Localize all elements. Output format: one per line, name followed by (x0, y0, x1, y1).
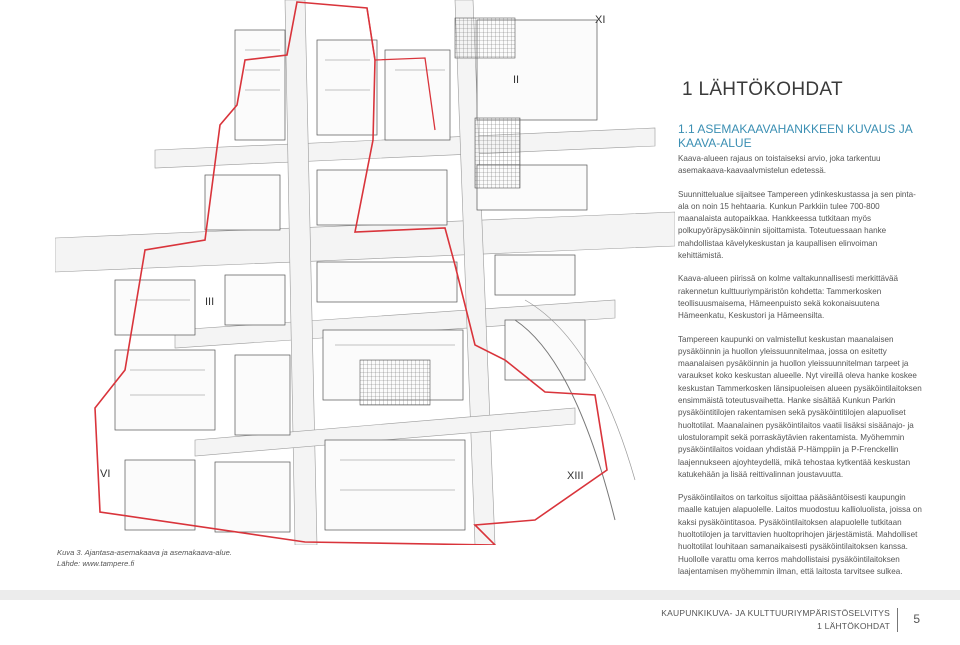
paragraph: Tampereen kaupunki on valmistellut kesku… (678, 334, 922, 479)
chapter-heading: 1 LÄHTÖKOHDAT (678, 78, 843, 102)
footer-divider (897, 608, 898, 632)
zoning-map-drawing (55, 0, 675, 545)
paragraph: Kaava-alueen piirissä on kolme valtakunn… (678, 274, 898, 321)
map-label-xiii: XIII (567, 470, 584, 482)
footer-chapter-title: 1 LÄHTÖKOHDAT (817, 621, 890, 631)
chapter-title: LÄHTÖKOHDAT (693, 79, 843, 101)
footer-band (0, 590, 960, 600)
paragraph: Suunnittelualue sijaitsee Tampereen ydin… (678, 189, 916, 261)
map-label-xi: XI (595, 14, 606, 26)
caption-line: Kuva 3. Ajantasa-asemakaava ja asemakaav… (57, 548, 232, 557)
zoning-map: II XI III VI XIII (55, 0, 675, 545)
page-footer: KAUPUNKIKUVA- JA KULTTUURIYMPÄRISTÖSELVI… (661, 606, 950, 634)
body-text: Kaava-alueen rajaus on toistaiseksi arvi… (678, 153, 923, 589)
caption-source: Lähde: www.tampere.fi (57, 559, 135, 568)
figure-caption: Kuva 3. Ajantasa-asemakaava ja asemakaav… (57, 547, 287, 569)
page-number: 5 (913, 612, 920, 626)
map-label-iii: III (205, 296, 215, 308)
chapter-number: 1 (682, 79, 693, 100)
paragraph: Kaava-alueen rajaus on toistaiseksi arvi… (678, 154, 881, 176)
map-label-ii: II (513, 74, 520, 86)
section-heading: 1.1 ASEMAKAAVAHANKKEEN KUVAUS JA KAAVA-A… (678, 122, 913, 150)
map-label-vi: VI (100, 468, 111, 480)
chapter-title-text: LÄHTÖKOHDAT (698, 79, 843, 100)
paragraph: Pysäköintilaitos on tarkoitus sijoittaa … (678, 493, 922, 576)
footer-publication-title: KAUPUNKIKUVA- JA KULTTUURIYMPÄRISTÖSELVI… (661, 608, 890, 618)
